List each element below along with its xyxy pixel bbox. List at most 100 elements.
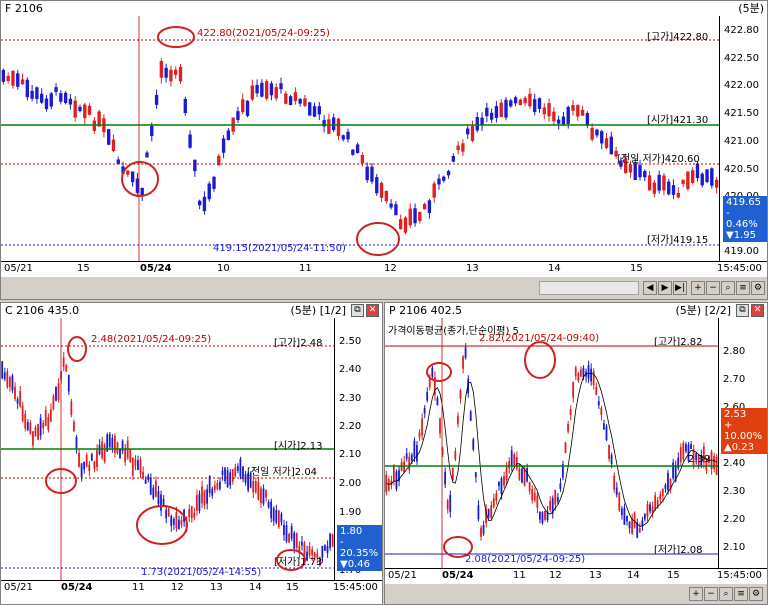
candle-body: [643, 171, 647, 178]
close-icon[interactable]: ✕: [366, 304, 379, 317]
candle-body: [154, 480, 157, 497]
candle-body: [549, 500, 552, 511]
zoom-out-icon[interactable]: −: [706, 281, 720, 295]
candle-body: [379, 182, 384, 198]
candle-body: [700, 173, 704, 186]
main-low-marker: 419.15(2021/05/24-11:50): [213, 243, 346, 254]
y-tick: 2.40: [339, 364, 362, 375]
candle-body: [180, 519, 183, 525]
right-ref-low: [저가]2.08: [654, 545, 703, 556]
candle-body: [283, 524, 285, 536]
candle-body: [459, 390, 462, 399]
left-ref-high: [고가]2.48: [274, 338, 323, 349]
left-pct: - 20.35%: [340, 537, 379, 559]
candle-body: [659, 494, 662, 500]
main-scroll-area: ◀ ▶ ▶| + − ⌕ ≡ ⚙: [1, 277, 767, 299]
candle-body: [505, 467, 508, 480]
candle-body: [211, 488, 214, 496]
candle-body: [656, 500, 659, 507]
candle-body: [518, 99, 523, 106]
candle-body: [279, 83, 283, 90]
settings-icon[interactable]: ⚙: [751, 281, 765, 295]
candle-body: [595, 386, 598, 395]
zoom-in-icon[interactable]: +: [691, 281, 705, 295]
candle-body: [346, 131, 350, 140]
candle-body: [203, 490, 206, 505]
scroll-end-button[interactable]: ▶|: [673, 281, 687, 295]
candle-body: [16, 399, 19, 404]
candle-body: [408, 456, 411, 471]
candle-body: [190, 506, 193, 519]
candle-body: [437, 178, 441, 185]
candle-body: [83, 104, 87, 119]
magnify-icon[interactable]: ⌕: [721, 281, 735, 295]
candle-body: [422, 204, 427, 210]
candle-body: [490, 505, 493, 518]
candle-body: [241, 99, 245, 113]
candle-body: [336, 118, 341, 136]
candle-body: [469, 411, 472, 421]
candle-body: [324, 545, 326, 551]
main-plot[interactable]: [1, 16, 719, 261]
toolbar-icon[interactable]: ≡: [736, 281, 750, 295]
candle-body: [265, 490, 267, 498]
left-candles: [1, 351, 334, 567]
x-tick: 05/21: [4, 263, 33, 274]
candle-body: [224, 467, 226, 482]
annotation-circle: [426, 362, 452, 382]
candle-body: [646, 504, 649, 517]
candle-body: [652, 182, 657, 194]
candle-body: [234, 467, 237, 477]
candle-body: [130, 171, 135, 183]
candle-body: [270, 501, 273, 519]
magnify-icon[interactable]: ⌕: [719, 587, 733, 601]
candle-body: [169, 69, 173, 82]
candle-body: [628, 164, 633, 173]
scroll-right-button[interactable]: ▶: [658, 281, 672, 295]
candle-body: [298, 98, 302, 104]
candle-body: [175, 512, 178, 529]
candle-body: [24, 413, 27, 429]
restore-icon[interactable]: ⧉: [736, 304, 749, 317]
candle-body: [456, 145, 460, 151]
candle-body: [664, 484, 667, 489]
candle-body: [600, 131, 604, 144]
settings-icon[interactable]: ⚙: [749, 587, 763, 601]
candle-body: [423, 407, 426, 414]
candle-body: [421, 418, 423, 436]
candle-body: [444, 471, 446, 485]
candle-body: [202, 196, 207, 212]
candle-body: [197, 200, 202, 206]
x-tick: 15: [630, 263, 643, 274]
close-icon[interactable]: ✕: [751, 304, 764, 317]
candle-body: [252, 481, 255, 493]
candle-body: [537, 98, 542, 109]
toolbar-icon[interactable]: ≡: [734, 587, 748, 601]
candle-body: [487, 509, 490, 517]
zoom-in-icon[interactable]: +: [689, 587, 703, 601]
candle-body: [154, 94, 159, 105]
candle-body: [178, 519, 180, 529]
restore-icon[interactable]: ⧉: [351, 304, 364, 317]
candle-body: [657, 174, 661, 191]
candle-body: [526, 468, 528, 482]
main-scrollbar[interactable]: [539, 281, 639, 295]
candle-body: [242, 466, 244, 480]
candle-body: [221, 470, 224, 475]
candle-body: [42, 422, 45, 429]
zoom-out-icon[interactable]: −: [704, 587, 718, 601]
candle-body: [11, 70, 15, 86]
candle-body: [3, 372, 6, 380]
candle-body: [580, 109, 585, 116]
candle-body: [67, 374, 70, 392]
candle-body: [500, 478, 503, 495]
candle-body: [134, 459, 137, 466]
scroll-left-button[interactable]: ◀: [643, 281, 657, 295]
candle-body: [183, 98, 187, 114]
candle-body: [212, 176, 216, 189]
candle-body: [399, 219, 403, 230]
candle-body: [111, 438, 114, 449]
right-high-marker: 2.82(2021/05/24-09:40): [479, 333, 600, 344]
candle-body: [638, 165, 642, 178]
moving-average-line: [386, 372, 717, 527]
